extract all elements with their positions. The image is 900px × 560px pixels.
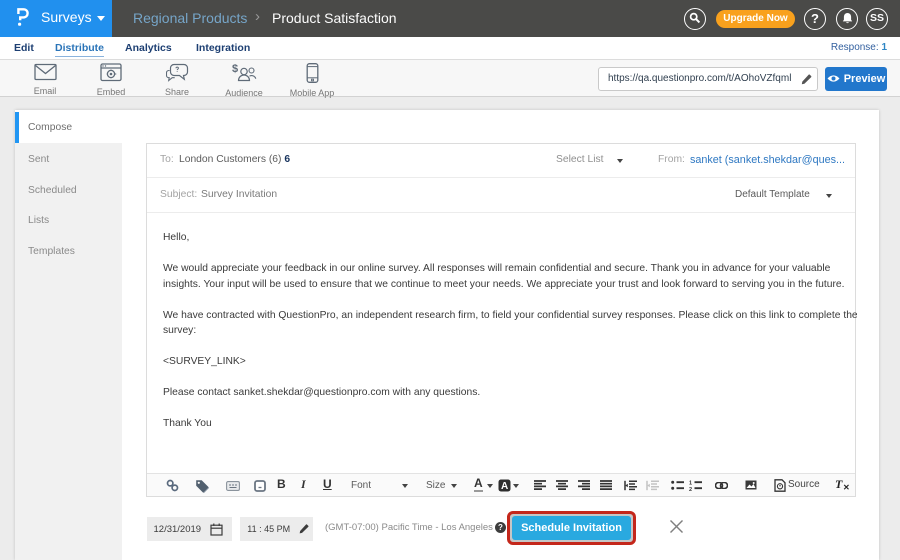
svg-text:1: 1	[689, 480, 692, 486]
svg-text:$: $	[232, 63, 238, 75]
svg-text:A: A	[501, 481, 508, 492]
svg-text:2: 2	[689, 487, 692, 491]
